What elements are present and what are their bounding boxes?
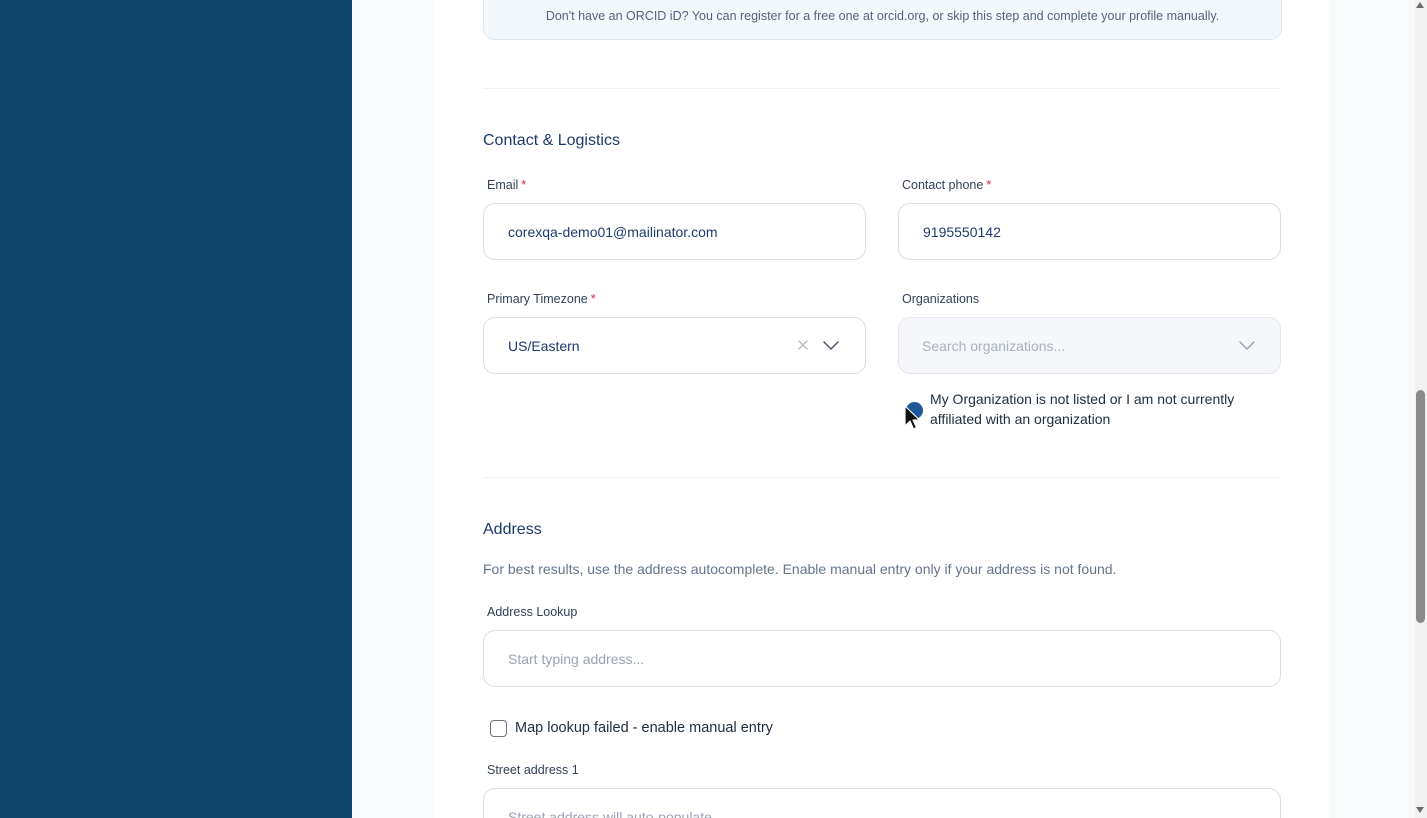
required-marker: * bbox=[590, 292, 596, 306]
manual-entry-label: Map lookup failed - enable manual entry bbox=[515, 720, 773, 736]
section-divider bbox=[483, 477, 1281, 478]
organizations-placeholder: Search organizations... bbox=[922, 338, 1066, 354]
address-lookup-label: Address Lookup bbox=[487, 605, 578, 619]
orcid-info-text: Don't have an ORCID iD? You can register… bbox=[545, 9, 1220, 23]
mouse-pointer-icon bbox=[904, 405, 921, 430]
orcid-info-box: Don't have an ORCID iD? You can register… bbox=[483, 0, 1282, 40]
sidebar bbox=[0, 0, 352, 818]
org-not-listed-label: My Organization is not listed or I am no… bbox=[930, 391, 1235, 427]
section-divider bbox=[483, 88, 1281, 89]
timezone-label: Primary Timezone * bbox=[487, 292, 596, 306]
phone-label: Contact phone * bbox=[902, 178, 992, 192]
timezone-selected-value: US/Eastern bbox=[508, 338, 580, 354]
address-hint: For best results, use the address autoco… bbox=[483, 561, 1117, 577]
close-icon[interactable] bbox=[798, 340, 808, 350]
email-field[interactable] bbox=[483, 203, 866, 260]
phone-field[interactable] bbox=[898, 203, 1281, 260]
organizations-label: Organizations bbox=[902, 292, 980, 306]
chevron-down-icon[interactable] bbox=[823, 341, 839, 351]
scrollbar-thumb[interactable] bbox=[1416, 390, 1425, 623]
email-label: Email * bbox=[487, 178, 527, 192]
street-address-1-label: Street address 1 bbox=[487, 763, 579, 777]
required-marker: * bbox=[521, 178, 527, 192]
scroll-down-arrow-icon[interactable] bbox=[1416, 807, 1424, 813]
address-lookup-input[interactable] bbox=[483, 630, 1281, 687]
chevron-down-icon[interactable] bbox=[1239, 341, 1255, 351]
manual-entry-checkbox[interactable] bbox=[490, 720, 507, 737]
scroll-up-arrow-icon[interactable] bbox=[1416, 2, 1424, 8]
required-marker: * bbox=[986, 178, 992, 192]
street-address-1-input[interactable] bbox=[483, 788, 1281, 818]
address-section-title: Address bbox=[483, 521, 542, 538]
contact-section-title: Contact & Logistics bbox=[483, 132, 620, 149]
